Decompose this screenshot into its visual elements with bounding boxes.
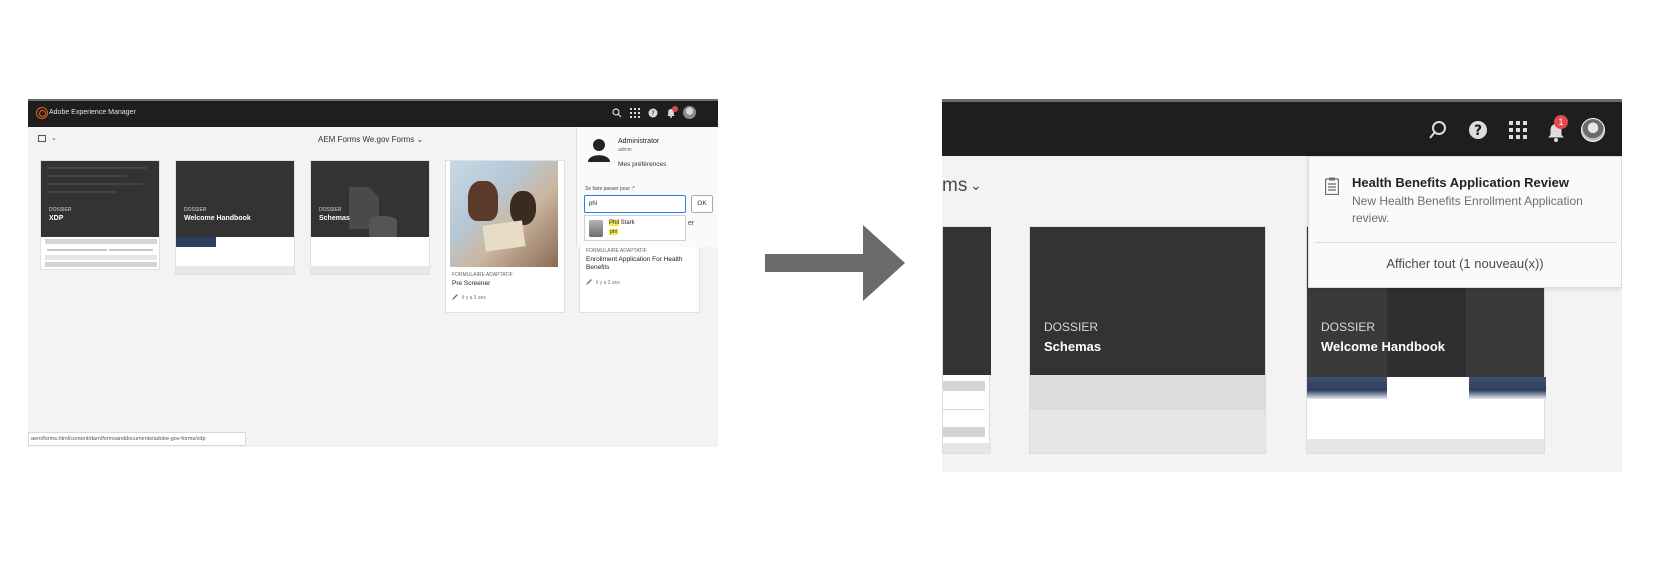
folder-card-schemas[interactable]: DOSSIER Schemas	[1029, 226, 1266, 454]
card-kind: DOSSIER	[49, 207, 72, 213]
user-id: admin	[618, 147, 632, 153]
folder-card-xdp-partial[interactable]	[942, 226, 991, 454]
svg-text:?: ?	[651, 110, 655, 118]
notification-body: New Health Benefits Enrollment Applicati…	[1352, 194, 1583, 225]
aem-logo-icon	[36, 107, 48, 119]
user-profile-panel: Administrator admin Mes préférences Se f…	[576, 127, 718, 247]
card-kind: FORMULAIRE ADAPTATIF	[452, 272, 513, 278]
user-avatar[interactable]	[683, 106, 696, 119]
chevron-down-icon[interactable]: ⌄	[51, 134, 57, 142]
breadcrumb-title[interactable]: AEM Forms We.gov Forms ⌄	[318, 135, 423, 144]
card-time: il y a 3 ans	[596, 280, 620, 286]
card-thumbnail: DOSSIER XDP	[41, 161, 159, 237]
card-kind: DOSSIER	[1321, 320, 1376, 334]
notification-title[interactable]: Health Benefits Application Review	[1352, 175, 1569, 190]
edit-icon	[586, 279, 592, 285]
suggestion-id: phi	[609, 229, 619, 235]
help-icon[interactable]: ?	[648, 108, 658, 118]
shell-header: ? 1	[942, 102, 1622, 156]
preferences-link[interactable]: Mes préférences	[618, 161, 666, 168]
folder-card-welcome-handbook[interactable]: DOSSIER Welcome Handbook	[175, 160, 295, 275]
breadcrumb-title[interactable]: ms	[942, 175, 967, 197]
action-bar: ⌄ AEM Forms We.gov Forms ⌄	[28, 127, 576, 151]
notification-badge	[672, 106, 678, 112]
apps-grid-icon[interactable]	[1508, 120, 1528, 140]
notification-badge: 1	[1554, 115, 1568, 129]
right-arrow-icon	[765, 225, 905, 301]
card-thumbnail: DOSSIER Schemas	[1030, 227, 1265, 375]
card-title: XDP	[49, 215, 64, 222]
card-kind: FORMULAIRE ADAPTATIF	[586, 248, 647, 254]
card-thumbnail: DOSSIER Schemas	[311, 161, 429, 237]
user-suggestion[interactable]: Phil Stark phi	[584, 215, 686, 241]
edit-icon	[452, 294, 458, 300]
shell-header: Adobe Experience Manager ?	[28, 101, 718, 127]
card-time: il y a 3 ans	[462, 295, 486, 301]
user-avatar[interactable]	[1581, 118, 1605, 142]
divider	[1315, 242, 1617, 243]
apps-grid-icon[interactable]	[630, 108, 640, 118]
impersonate-input[interactable]: phi	[584, 195, 686, 213]
card-title: Enrollment Application For Health Benefi…	[586, 256, 683, 271]
aem-screenshot-overview: Adobe Experience Manager ? ⌄ AEM Forms W…	[28, 99, 718, 447]
svg-text:?: ?	[1474, 123, 1482, 139]
schema-icon	[349, 187, 397, 237]
notification-popover: Health Benefits Application Review New H…	[1308, 156, 1622, 288]
card-title: Welcome Handbook	[184, 215, 251, 222]
truncated-text: er	[688, 220, 695, 227]
search-icon[interactable]	[612, 108, 622, 118]
rail-toggle-icon[interactable]	[38, 135, 46, 142]
card-kind: DOSSIER	[319, 207, 342, 213]
view-all-notifications-link[interactable]: Afficher tout (1 nouveau(x))	[1309, 256, 1621, 271]
card-thumbnail: DOSSIER Welcome Handbook	[176, 161, 294, 237]
clipboard-icon	[1325, 177, 1339, 195]
search-icon[interactable]	[1428, 120, 1448, 140]
ok-button[interactable]: OK	[691, 195, 713, 213]
family-reading-photo	[450, 161, 558, 267]
aem-screenshot-zoomed: ? 1 ms ⌄ DOSSIER Schemas DOSSIER Welcome…	[942, 99, 1622, 472]
chevron-down-icon[interactable]: ⌄	[970, 177, 982, 194]
user-name: Administrator	[618, 138, 660, 145]
app-title: Adobe Experience Manager	[49, 109, 136, 116]
impersonate-label: Se faire passer pour :*	[585, 186, 635, 192]
suggestion-name: Phil Stark	[609, 220, 635, 226]
card-title: Schemas	[1044, 339, 1102, 354]
form-card-enrollment[interactable]: FORMULAIRE ADAPTATIF Enrollment Applicat…	[579, 245, 700, 313]
card-title: Pre Screener	[452, 280, 491, 287]
suggestion-avatar	[589, 220, 603, 237]
card-kind: DOSSIER	[1044, 320, 1099, 334]
status-bar-url: aem/forms.html/content/dam/formsanddocum…	[28, 432, 246, 446]
folder-card-xdp[interactable]: DOSSIER XDP	[40, 160, 160, 270]
card-title: Welcome Handbook	[1321, 339, 1446, 354]
help-icon[interactable]: ?	[1468, 120, 1488, 140]
user-silhouette-icon	[588, 139, 610, 162]
folder-card-schemas[interactable]: DOSSIER Schemas	[310, 160, 430, 275]
card-title: Schemas	[319, 215, 350, 222]
form-card-pre-screener[interactable]: FORMULAIRE ADAPTATIF Pre Screener il y a…	[445, 160, 565, 313]
card-kind: DOSSIER	[184, 207, 207, 213]
